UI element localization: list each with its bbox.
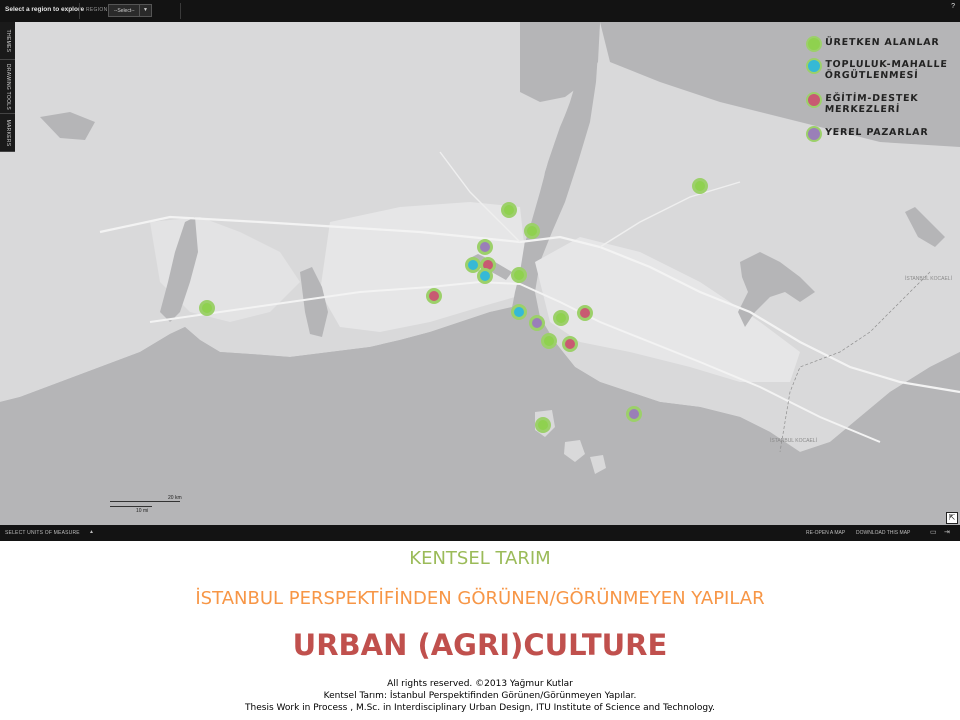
credits: All rights reserved. ©2013 Yağmur Kutlar… [0, 678, 960, 714]
side-panel-tabs: THEMES DRAWING TOOLS MARKERS [0, 22, 15, 152]
region-explore-title: Select a region to explore [5, 6, 85, 13]
map-marker[interactable] [626, 406, 642, 422]
legend-dot-production [806, 36, 822, 52]
map-marker[interactable] [501, 202, 517, 218]
units-of-measure-button[interactable]: SELECT UNITS OF MEASURE [5, 530, 80, 536]
scale-bar-km [110, 501, 180, 502]
expand-icon[interactable]: ⇱ [946, 512, 958, 524]
legend-item: EĞİTİM-DESTEK MERKEZLERİ [806, 92, 956, 120]
map-marker[interactable] [477, 239, 493, 255]
tab-markers[interactable]: MARKERS [0, 114, 15, 152]
map-marker[interactable] [535, 417, 551, 433]
credit-line: Kentsel Tarım: İstanbul Perspektifinden … [323, 691, 637, 701]
legend-label: YEREL PAZARLAR [824, 127, 929, 138]
legend-item: ÜRETKEN ALANLAR [806, 36, 956, 52]
top-toolbar: Select a region to explore REGION --Sele… [0, 0, 960, 22]
map-marker[interactable] [477, 268, 493, 284]
tab-markers-label: MARKERS [4, 119, 11, 146]
caption-title-tr: KENTSEL TARIM [409, 548, 551, 569]
scale-km-label: 20 km [168, 495, 182, 501]
map-marker[interactable] [541, 333, 557, 349]
region-label: REGION [86, 7, 108, 13]
tab-drawing-tools[interactable]: DRAWING TOOLS [0, 60, 15, 114]
map-marker[interactable] [529, 315, 545, 331]
province-label-2: İSTANBUL KOCAELİ [770, 437, 817, 444]
legend-label: TOPLULUK-MAHALLE ÖRGÜTLENMESİ [824, 59, 948, 81]
map-marker[interactable] [199, 300, 215, 316]
scale-mi-label: 10 mi [136, 508, 149, 514]
credit-line: All rights reserved. ©2013 Yağmur Kutlar [387, 679, 573, 689]
map-marker[interactable] [426, 288, 442, 304]
toolbar-divider [79, 3, 80, 19]
legend-label: EĞİTİM-DESTEK MERKEZLERİ [824, 93, 919, 115]
map-marker[interactable] [692, 178, 708, 194]
region-select-value: --Select-- [114, 8, 135, 14]
chevron-up-icon[interactable]: ▲ [89, 529, 94, 535]
credit-line: Thesis Work in Process , M.Sc. in Interd… [245, 703, 715, 713]
scale-bar-mi [110, 506, 152, 507]
map-legend: ÜRETKEN ALANLAR TOPLULUK-MAHALLE ÖRGÜTLE… [806, 36, 956, 148]
map-scale: 20 km 10 mi [110, 495, 190, 519]
chevron-down-icon[interactable]: ▼ [139, 5, 151, 16]
tab-drawing-tools-label: DRAWING TOOLS [4, 63, 11, 110]
region-select[interactable]: --Select-- ▼ [108, 4, 152, 17]
province-label-1: İSTANBUL KOCAELİ [905, 275, 952, 282]
map-marker[interactable] [511, 304, 527, 320]
legend-item: TOPLULUK-MAHALLE ÖRGÜTLENMESİ [806, 58, 956, 86]
download-map-button[interactable]: DOWNLOAD THIS MAP [856, 530, 910, 536]
map-marker[interactable] [577, 305, 593, 321]
map-marker[interactable] [524, 223, 540, 239]
map-marker[interactable] [511, 267, 527, 283]
toolbar-divider [180, 3, 181, 19]
map-marker[interactable] [553, 310, 569, 326]
caption-subtitle-tr: İSTANBUL PERSPEKTİFİNDEN GÖRÜNEN/GÖRÜNME… [195, 588, 765, 609]
legend-dot-education [806, 92, 822, 108]
caption-title-en: URBAN (AGRI)CULTURE [292, 628, 668, 662]
legend-dot-market [806, 126, 822, 142]
tab-themes[interactable]: THEMES [0, 22, 15, 60]
reopen-map-button[interactable]: RE-OPEN A MAP [806, 530, 845, 536]
help-icon[interactable]: ? [951, 3, 955, 10]
legend-label: ÜRETKEN ALANLAR [824, 37, 940, 48]
print-icon[interactable]: ▭ [930, 528, 937, 536]
legend-dot-community [806, 58, 822, 74]
tab-themes-label: THEMES [4, 29, 11, 52]
legend-item: YEREL PAZARLAR [806, 126, 956, 142]
bottom-toolbar: SELECT UNITS OF MEASURE ▲ RE-OPEN A MAP … [0, 525, 960, 541]
map-marker[interactable] [562, 336, 578, 352]
share-icon[interactable]: ⇥ [944, 528, 950, 536]
